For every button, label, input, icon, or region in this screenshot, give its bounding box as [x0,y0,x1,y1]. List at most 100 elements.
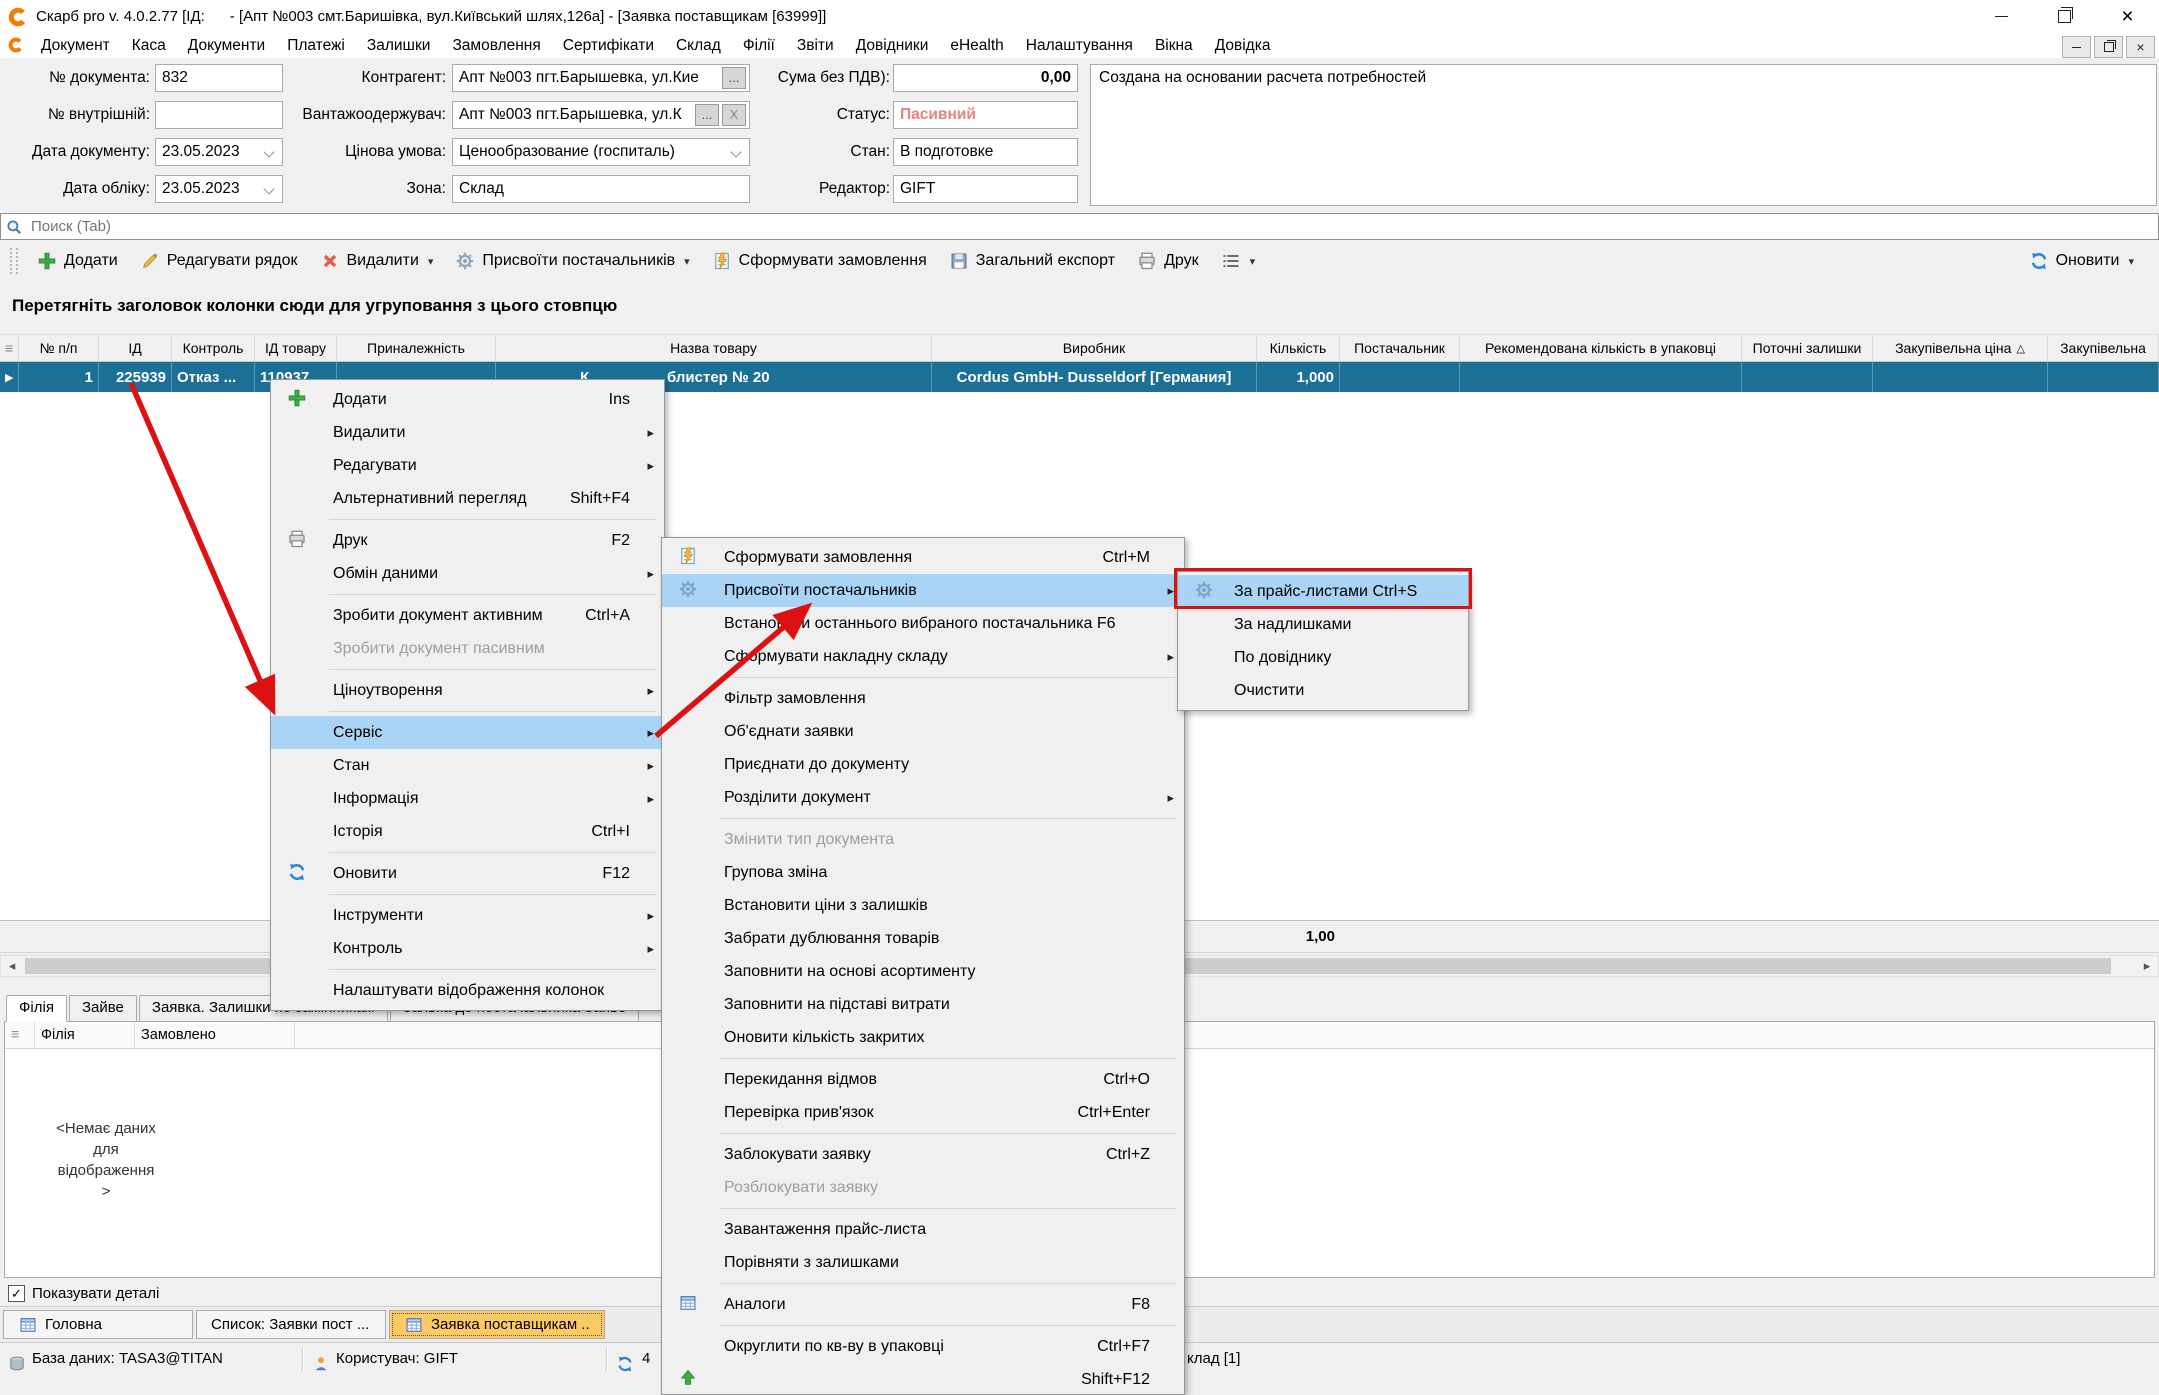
menubar-item-10[interactable]: Звіти [786,37,845,55]
column-header-8[interactable]: Кількість [1257,335,1340,361]
column-header-7[interactable]: Виробник [932,335,1257,361]
menubar-item-13[interactable]: Налаштування [1015,37,1144,55]
note-memo[interactable]: Создана на основании расчета потребносте… [1090,64,2157,206]
column-header-3[interactable]: Контроль [172,335,255,361]
menu-item-5[interactable]: Фільтр замовлення [662,682,1184,715]
column-header-zamovleno[interactable]: Замовлено [135,1022,295,1048]
menu-item-3[interactable]: По довіднику [1178,641,1468,674]
menu-item-1[interactable]: ДодатиIns [271,383,664,416]
contractor-field[interactable]: Апт №003 пгт.Барышевка, ул.Кие ... [452,64,750,92]
lower-tab-2[interactable]: Зайве [69,995,137,1022]
lower-tab-1[interactable]: Філія [6,995,67,1022]
menubar-item-3[interactable]: Документи [177,37,276,55]
column-header-1[interactable]: № п/п [19,335,99,361]
menu-item-15[interactable]: Інструменти▸ [271,899,664,932]
column-header-5[interactable]: Приналежність [337,335,496,361]
menu-item-6[interactable]: Обмін даними▸ [271,557,664,590]
zone-field[interactable]: Склад [452,175,750,203]
close-button[interactable]: × [2096,0,2159,33]
menu-item-14[interactable]: Заповнити на підставі витрати [662,988,1184,1021]
show-details-checkbox[interactable]: ✓ [8,1285,25,1302]
menu-item-23[interactable]: Округлити по кв-ву в упаковціCtrl+F7 [662,1330,1184,1363]
mdi-minimize-button[interactable] [2062,36,2091,58]
toolbar-button-8[interactable]: ▾ [1212,246,1265,276]
menu-item-17[interactable]: Налаштувати відображення колонок [271,974,664,1007]
state-field[interactable]: В подготовке [893,138,1078,166]
menubar-item-4[interactable]: Платежі [276,37,356,55]
menu-item-16[interactable]: Перекидання відмовCtrl+O [662,1063,1184,1096]
caret-down-icon[interactable]: ▾ [428,255,434,268]
grid-options-icon[interactable]: ≡ [5,1022,35,1048]
menubar-item-8[interactable]: Склад [665,37,732,55]
menu-item-22[interactable]: АналогиF8 [662,1288,1184,1321]
toolbar-button-3[interactable]: Видалити▾ [311,246,443,276]
menu-item-11[interactable]: Встановити ціни з залишків [662,889,1184,922]
menu-item-14[interactable]: ОновитиF12 [271,857,664,890]
column-header-11[interactable]: Поточні залишки [1742,335,1873,361]
consignee-field[interactable]: Апт №003 пгт.Барышевка, ул.К ... X [452,101,750,129]
restore-button[interactable] [2033,0,2096,33]
menu-item-13[interactable]: ІсторіяCtrl+I [271,815,664,848]
editor-field[interactable]: GIFT [893,175,1078,203]
menu-item-4[interactable]: Альтернативний переглядShift+F4 [271,482,664,515]
toolbar-button-2[interactable]: Редагувати рядок [131,246,307,276]
column-header-indicator[interactable]: ≡ [0,335,19,361]
consignee-lookup-button[interactable]: ... [695,104,719,126]
caret-down-icon[interactable]: ▾ [2128,255,2134,268]
menu-item-8[interactable]: Розділити документ▸ [662,781,1184,814]
menu-item-21[interactable]: Порівняти з залишками [662,1246,1184,1279]
menu-item-24[interactable]: Shift+F12 [662,1363,1184,1395]
toolbar-grip[interactable] [10,248,18,274]
search-input[interactable] [29,217,2158,236]
menu-item-17[interactable]: Перевірка прив'язокCtrl+Enter [662,1096,1184,1129]
menu-item-4[interactable]: Сформувати накладну складу▸ [662,640,1184,673]
toolbar-button-6[interactable]: Загальний експорт [940,246,1124,276]
menu-item-9[interactable]: Ціноутворення▸ [271,674,664,707]
menu-item-11[interactable]: Стан▸ [271,749,664,782]
sort-asc-icon[interactable]: △ [2016,342,2024,355]
bottom-tab-2[interactable]: Список: Заявки пост ... [196,1310,386,1339]
menu-item-10[interactable]: Сервіс▸ [271,716,664,749]
scroll-right-icon[interactable]: ▸ [2136,956,2158,976]
menu-item-2[interactable]: Присвоїти постачальників▸ [662,574,1184,607]
caret-down-icon[interactable]: ▾ [1250,255,1256,268]
refresh-button[interactable]: Оновити▾ [2020,246,2143,276]
menubar-item-6[interactable]: Замовлення [441,37,551,55]
menu-item-2[interactable]: За надлишками [1178,608,1468,641]
menu-item-12[interactable]: Забрати дублювання товарів [662,922,1184,955]
menu-item-1[interactable]: Сформувати замовленняCtrl+M [662,541,1184,574]
mdi-restore-button[interactable] [2094,36,2123,58]
menubar-item-9[interactable]: Філії [732,37,786,55]
menubar-item-12[interactable]: eHealth [939,37,1014,55]
mdi-close-button[interactable]: × [2126,36,2155,58]
caret-down-icon[interactable]: ▾ [684,255,690,268]
menu-item-18[interactable]: Заблокувати заявкуCtrl+Z [662,1138,1184,1171]
column-header-6[interactable]: Назва товару [496,335,932,361]
menu-item-12[interactable]: Інформація▸ [271,782,664,815]
menu-item-20[interactable]: Завантаження прайс-листа [662,1213,1184,1246]
toolbar-button-7[interactable]: Друк [1128,246,1208,276]
column-header-12[interactable]: Закупівельна ціна△ [1873,335,2048,361]
menu-item-7[interactable]: Приєднати до документу [662,748,1184,781]
column-header-13[interactable]: Закупівельна [2048,335,2159,361]
menubar-item-11[interactable]: Довідники [845,37,940,55]
menu-item-6[interactable]: Об'єднати заявки [662,715,1184,748]
consignee-clear-button[interactable]: X [722,104,746,126]
column-header-10[interactable]: Рекомендована кількість в упаковці [1460,335,1742,361]
menubar-item-1[interactable]: Документ [30,37,121,55]
menu-item-10[interactable]: Групова зміна [662,856,1184,889]
chevron-down-icon[interactable] [730,146,741,157]
menubar-item-15[interactable]: Довідка [1204,37,1282,55]
toolbar-button-4[interactable]: Присвоїти постачальників▾ [446,246,698,276]
column-header-9[interactable]: Постачальник [1340,335,1460,361]
contractor-lookup-button[interactable]: ... [722,67,746,89]
grid-options-icon[interactable]: ≡ [5,340,13,356]
menu-item-3[interactable]: Редагувати▸ [271,449,664,482]
toolbar-button-1[interactable]: Додати [28,246,127,276]
menu-item-2[interactable]: Видалити▸ [271,416,664,449]
menubar-item-5[interactable]: Залишки [356,37,442,55]
bottom-tab-1[interactable]: Головна [3,1310,193,1339]
menu-item-3[interactable]: Встановити останнього вибраного постачал… [662,607,1184,640]
sum-no-vat-field[interactable]: 0,00 [893,64,1078,92]
menubar-item-2[interactable]: Каса [121,37,177,55]
